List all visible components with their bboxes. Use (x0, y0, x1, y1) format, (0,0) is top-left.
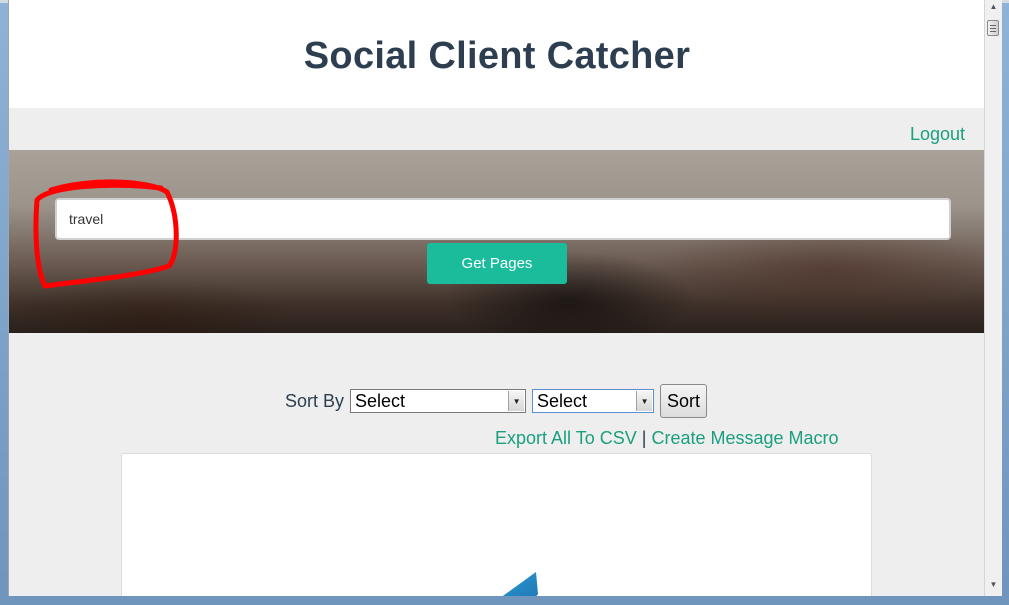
site-header: Social Client Catcher (9, 0, 985, 108)
sort-controls: Sort By Select ▼ Select ▼ Sort (285, 384, 708, 418)
results-card (121, 453, 872, 596)
scroll-up-arrow-icon[interactable]: ▲ (985, 2, 1002, 16)
scroll-down-arrow-icon[interactable]: ▼ (985, 580, 1002, 594)
page-viewport: Social Client Catcher Logout Get Pages S… (8, 0, 985, 596)
search-input[interactable] (55, 198, 951, 240)
export-csv-link[interactable]: Export All To CSV (495, 428, 637, 448)
sort-field-value: Select (355, 390, 406, 411)
sort-order-select[interactable]: Select ▼ (532, 389, 655, 413)
browser-window: Social Client Catcher Logout Get Pages S… (0, 0, 1009, 605)
sort-button[interactable]: Sort (660, 384, 708, 418)
action-links: Export All To CSV | Create Message Macro (495, 428, 839, 449)
scroll-thumb[interactable] (987, 20, 999, 36)
vertical-scrollbar[interactable]: ▲ ▼ (984, 0, 1002, 596)
create-macro-link[interactable]: Create Message Macro (651, 428, 838, 448)
get-pages-button[interactable]: Get Pages (427, 243, 567, 284)
search-hero: Get Pages (9, 150, 985, 333)
dropdown-arrow-icon[interactable]: ▼ (508, 391, 525, 411)
logout-link[interactable]: Logout (910, 124, 965, 145)
sort-field-select[interactable]: Select ▼ (350, 389, 527, 413)
loading-logo-icon (502, 572, 538, 596)
sort-order-value: Select (537, 390, 588, 411)
link-separator: | (641, 428, 647, 448)
sort-by-label: Sort By (285, 390, 345, 411)
page-title: Social Client Catcher (303, 35, 691, 77)
dropdown-arrow-icon[interactable]: ▼ (636, 391, 653, 411)
